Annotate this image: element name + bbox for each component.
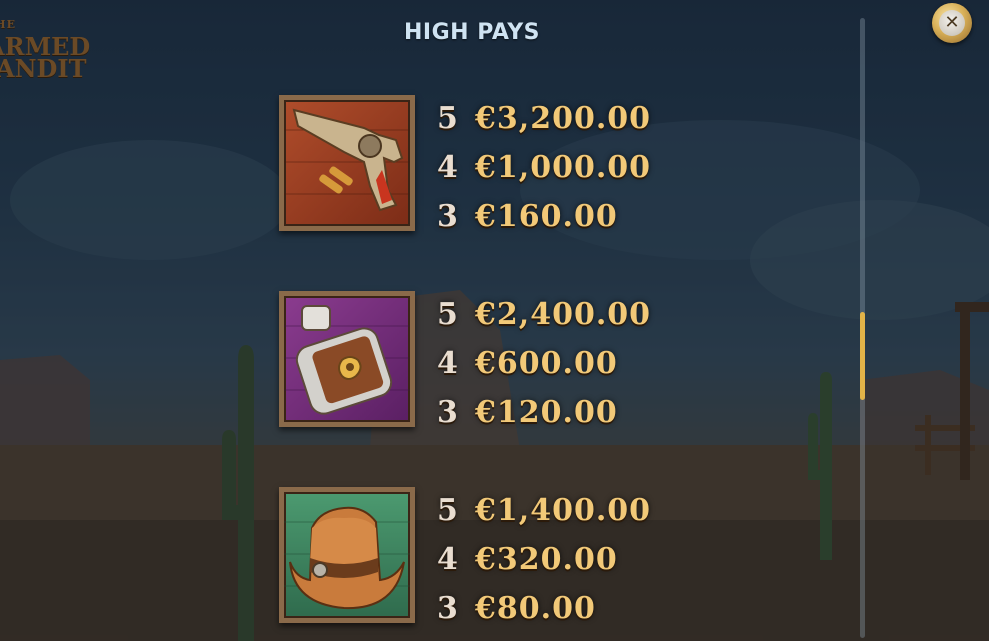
pay-line: 5 €1,400.00 [437, 491, 651, 540]
revolver-icon [279, 95, 415, 231]
cowboy-hat-icon [279, 487, 415, 623]
flask-icon [279, 291, 415, 427]
match-count: 4 [437, 542, 458, 577]
match-count: 3 [437, 395, 458, 430]
payout-amount: €1,000.00 [475, 150, 652, 185]
payout-amount: €120.00 [475, 395, 618, 430]
pay-line: 5 €3,200.00 [437, 99, 651, 148]
pay-line: 5 €2,400.00 [437, 295, 651, 344]
logo-line-3: ANDIT [0, 54, 87, 83]
match-count: 3 [437, 591, 458, 626]
close-button[interactable]: ✕ [932, 3, 972, 43]
pay-line: 3 €80.00 [437, 589, 651, 638]
match-count: 4 [437, 346, 458, 381]
paytable-row-revolver: 5 €3,200.00 4 €1,000.00 3 €160.00 [279, 95, 839, 235]
match-count: 4 [437, 150, 458, 185]
pay-lines: 5 €1,400.00 4 €320.00 3 €80.00 [437, 491, 651, 638]
pay-line: 3 €160.00 [437, 197, 651, 246]
payout-amount: €3,200.00 [475, 101, 652, 136]
payout-amount: €600.00 [475, 346, 618, 381]
page-title: HIGH PAYS [403, 20, 541, 45]
paytable-row-flask: 5 €2,400.00 4 €600.00 3 €120.00 [279, 291, 839, 431]
payout-amount: €320.00 [475, 542, 618, 577]
match-count: 5 [437, 493, 458, 528]
scrollbar-thumb[interactable] [860, 312, 865, 400]
pay-line: 3 €120.00 [437, 393, 651, 442]
pay-line: 4 €600.00 [437, 344, 651, 393]
pay-line: 4 €320.00 [437, 540, 651, 589]
payout-amount: €80.00 [475, 591, 596, 626]
pay-lines: 5 €2,400.00 4 €600.00 3 €120.00 [437, 295, 651, 442]
close-icon: ✕ [939, 10, 965, 36]
match-count: 3 [437, 199, 458, 234]
payout-amount: €1,400.00 [475, 493, 652, 528]
paytable-row-cowboy-hat: 5 €1,400.00 4 €320.00 3 €80.00 [279, 487, 839, 627]
pay-lines: 5 €3,200.00 4 €1,000.00 3 €160.00 [437, 99, 651, 246]
payout-amount: €160.00 [475, 199, 618, 234]
match-count: 5 [437, 297, 458, 332]
payout-amount: €2,400.00 [475, 297, 652, 332]
match-count: 5 [437, 101, 458, 136]
pay-line: 4 €1,000.00 [437, 148, 651, 197]
